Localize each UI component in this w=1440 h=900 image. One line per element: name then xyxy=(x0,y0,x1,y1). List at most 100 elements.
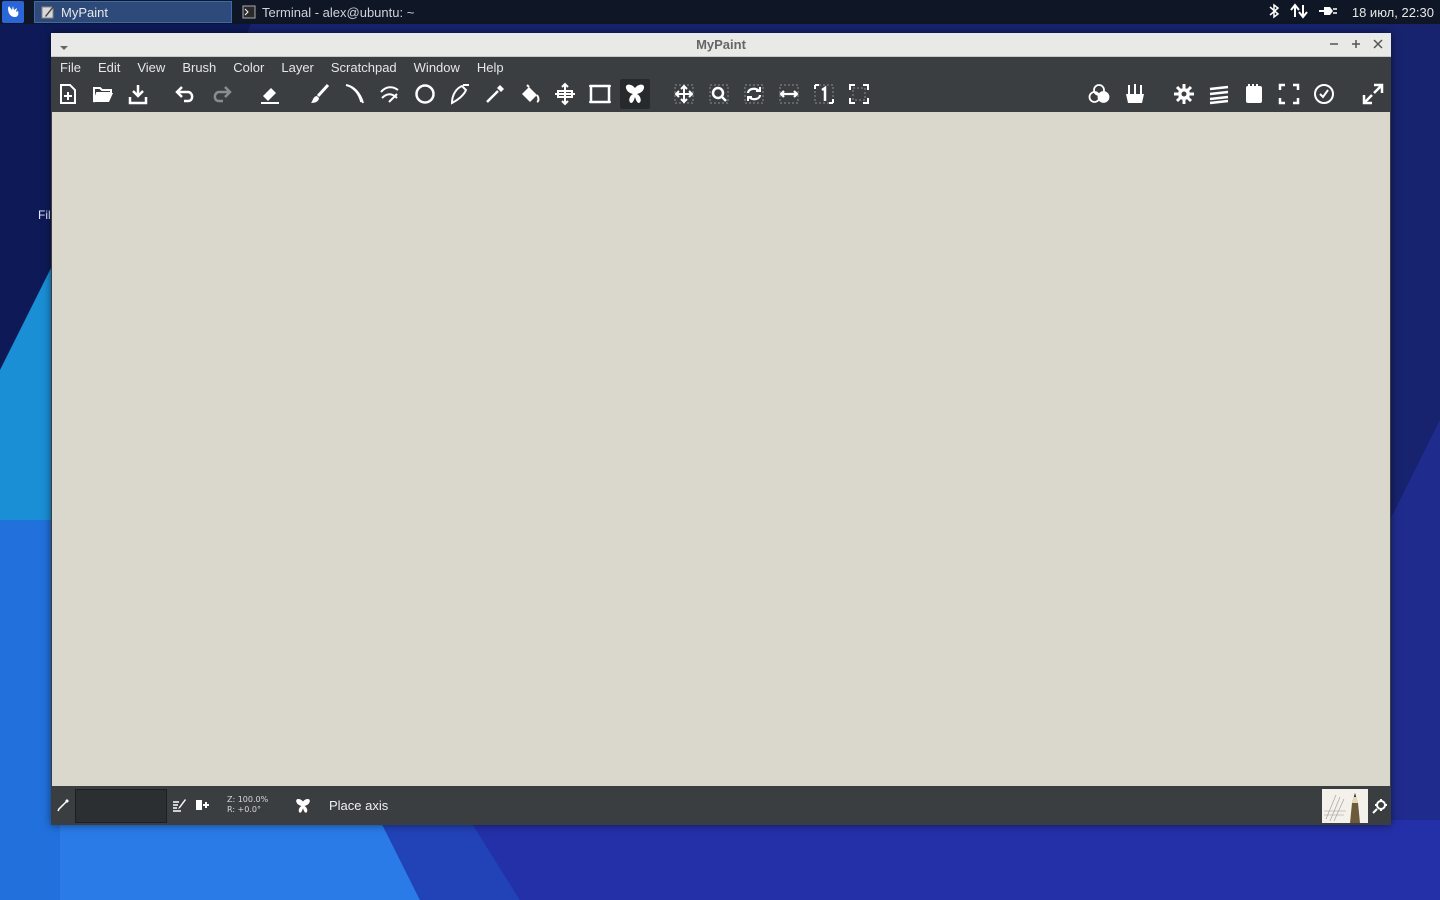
connected-lines-button[interactable] xyxy=(375,79,405,109)
desktop-icon-label[interactable]: Fil xyxy=(38,208,51,222)
layers-icon xyxy=(1209,85,1229,105)
picker-button[interactable] xyxy=(55,797,71,813)
rotation-readout: R: +0.0° xyxy=(227,805,261,814)
open-file-button[interactable] xyxy=(88,79,118,109)
menu-color[interactable]: Color xyxy=(224,57,272,79)
minimize-button[interactable] xyxy=(1327,36,1341,52)
history-button[interactable] xyxy=(1309,79,1339,109)
expand-icon xyxy=(1362,83,1384,105)
scratchpad-button[interactable] xyxy=(1239,79,1269,109)
fullscreen-button[interactable] xyxy=(1274,79,1304,109)
frame-icon xyxy=(589,84,611,104)
layers-button[interactable] xyxy=(1204,79,1234,109)
pen-curve-icon xyxy=(450,84,469,105)
scratchpad-icon xyxy=(1246,84,1262,103)
mypaint-app-icon xyxy=(41,5,55,19)
rotate-view-icon xyxy=(744,84,764,104)
settings-button[interactable] xyxy=(1169,79,1199,109)
power-icon[interactable] xyxy=(1318,3,1338,22)
history-icon xyxy=(1314,84,1334,104)
eraser-icon xyxy=(261,88,279,104)
menu-edit[interactable]: Edit xyxy=(89,57,128,79)
view-info: Z: 100.0% R: +0.0° xyxy=(227,795,268,815)
symmetry-icon xyxy=(625,84,645,103)
clock[interactable]: 18 июл, 22:30 xyxy=(1352,5,1434,20)
mirror-view-icon xyxy=(779,84,799,104)
expand-button[interactable] xyxy=(1358,79,1388,109)
eraser-button[interactable] xyxy=(255,79,285,109)
taskbar-item-label: MyPaint xyxy=(61,4,108,20)
mypaint-window: MyPaint File Edit View Brush Color Layer… xyxy=(51,33,1391,825)
new-document-button[interactable] xyxy=(53,79,83,109)
menu-scratchpad[interactable]: Scratchpad xyxy=(322,57,405,79)
menu-file[interactable]: File xyxy=(51,57,89,79)
frame-button[interactable] xyxy=(585,79,615,109)
terminal-icon xyxy=(242,5,256,19)
freehand-brush-button[interactable] xyxy=(305,79,335,109)
edit-brush-button[interactable] xyxy=(170,797,188,813)
menu-brush[interactable]: Brush xyxy=(173,57,224,79)
zoom-view-button[interactable] xyxy=(704,79,734,109)
close-button[interactable] xyxy=(1371,36,1385,52)
pan-view-icon xyxy=(674,84,694,104)
zoom-view-icon xyxy=(709,84,729,104)
color-wheel-button[interactable] xyxy=(1084,79,1114,109)
fit-view-button[interactable] xyxy=(844,79,874,109)
menu-window[interactable]: Window xyxy=(405,57,468,79)
taskbar-item-label: Terminal - alex@ubuntu: ~ xyxy=(262,4,415,20)
undo-button[interactable] xyxy=(171,79,201,109)
reset-view-button[interactable] xyxy=(809,79,839,109)
drawing-canvas[interactable] xyxy=(52,112,1390,786)
menu-view[interactable]: View xyxy=(128,57,173,79)
menu-help[interactable]: Help xyxy=(468,57,512,79)
close-icon xyxy=(1373,39,1383,49)
ellipse-icon xyxy=(415,84,435,104)
brushes-icon xyxy=(1126,84,1144,103)
symmetry-button[interactable] xyxy=(620,79,650,109)
menu-layer[interactable]: Layer xyxy=(272,57,322,79)
add-brush-button[interactable] xyxy=(193,797,211,813)
rotate-view-button[interactable] xyxy=(739,79,769,109)
fit-view-icon xyxy=(849,84,869,104)
edit-brush-icon xyxy=(173,799,186,812)
symmetry-mode-indicator xyxy=(293,797,313,815)
maximize-icon xyxy=(1352,40,1360,48)
add-brush-icon xyxy=(196,800,209,810)
color-picker-button[interactable] xyxy=(480,79,510,109)
brush-settings-icon xyxy=(1372,799,1387,814)
status-message: Place axis xyxy=(329,798,389,813)
fill-bucket-button[interactable] xyxy=(515,79,545,109)
bluetooth-icon[interactable] xyxy=(1268,3,1280,22)
open-file-icon xyxy=(93,87,113,103)
color-picker-icon xyxy=(486,85,504,103)
pen-curve-button[interactable] xyxy=(445,79,475,109)
taskbar-item-mypaint[interactable]: MyPaint xyxy=(34,1,232,23)
window-titlebar[interactable]: MyPaint xyxy=(51,33,1391,57)
menubar: File Edit View Brush Color Layer Scratch… xyxy=(51,57,1391,79)
symmetry-mode-icon xyxy=(296,798,310,813)
current-color-swatch[interactable] xyxy=(75,789,167,823)
applications-menu-button[interactable] xyxy=(2,1,24,23)
move-layer-button[interactable] xyxy=(550,79,580,109)
new-document-icon xyxy=(60,84,76,104)
ellipse-button[interactable] xyxy=(410,79,440,109)
system-tray: 18 июл, 22:30 xyxy=(1268,0,1434,24)
brushes-button[interactable] xyxy=(1120,79,1150,109)
top-panel: MyPaint Terminal - alex@ubuntu: ~ 18 июл… xyxy=(0,0,1440,24)
brush-settings-button[interactable] xyxy=(1371,797,1389,815)
mirror-view-button[interactable] xyxy=(774,79,804,109)
maximize-button[interactable] xyxy=(1349,36,1363,52)
save-icon xyxy=(128,85,148,105)
statusbar: Z: 100.0% R: +0.0° Place axis xyxy=(51,786,1391,825)
move-layer-icon xyxy=(555,82,575,106)
pan-view-button[interactable] xyxy=(669,79,699,109)
save-button[interactable] xyxy=(123,79,153,109)
settings-icon xyxy=(1174,84,1194,104)
inking-icon xyxy=(345,84,364,104)
brush-preview[interactable] xyxy=(1322,789,1368,823)
freehand-brush-icon xyxy=(311,83,330,103)
inking-button[interactable] xyxy=(340,79,370,109)
redo-button[interactable] xyxy=(206,79,236,109)
network-icon[interactable] xyxy=(1290,2,1308,22)
taskbar-item-terminal[interactable]: Terminal - alex@ubuntu: ~ xyxy=(236,1,436,23)
